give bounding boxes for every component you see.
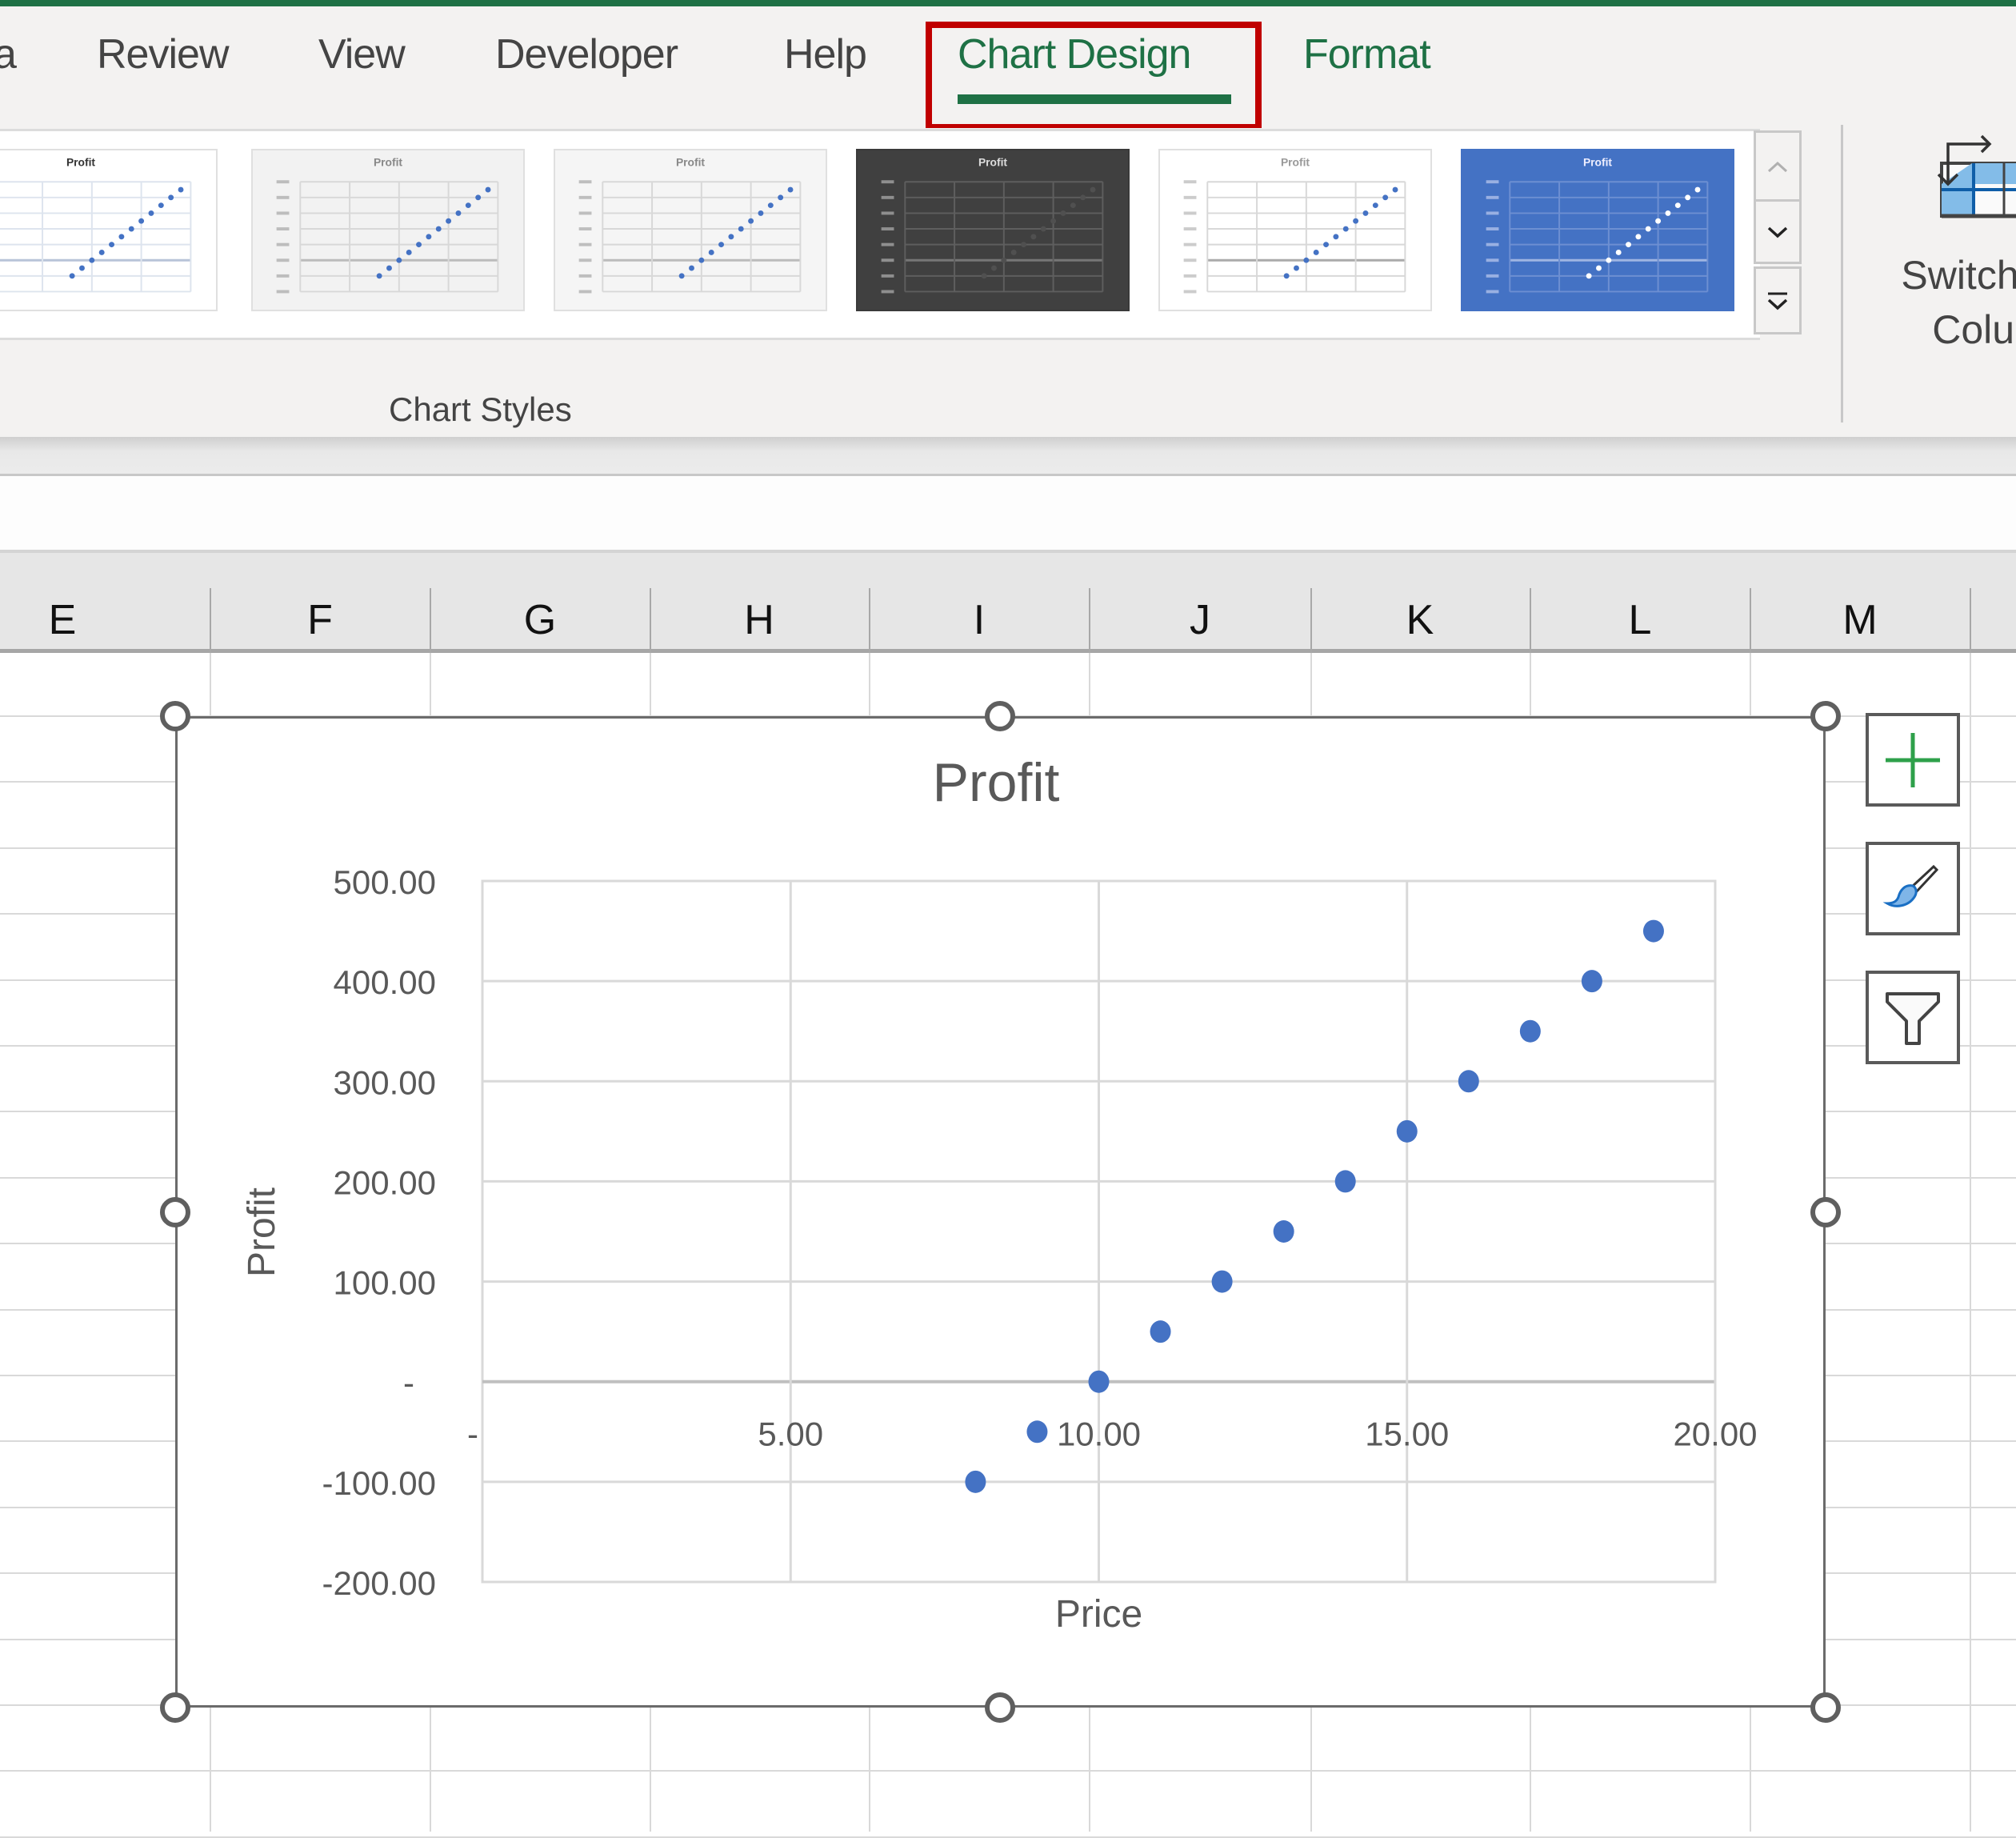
ribbon-group-separator <box>1841 125 1843 422</box>
y-tick-label: 200.00 <box>334 1163 436 1201</box>
data-point[interactable] <box>1458 1070 1479 1093</box>
column-header-h[interactable]: H <box>727 596 791 644</box>
resize-handle-top-left[interactable] <box>160 701 190 731</box>
tab-format[interactable]: Format <box>1303 30 1431 78</box>
gallery-more-button[interactable] <box>1754 266 1802 334</box>
chevron-down-icon <box>1767 226 1788 238</box>
svg-text:Profit: Profit <box>1583 157 1613 169</box>
column-separator[interactable] <box>650 588 651 653</box>
switch-row-column-icon[interactable] <box>1932 128 2016 224</box>
svg-text:Profit: Profit <box>978 157 1008 169</box>
column-separator[interactable] <box>1750 588 1751 653</box>
column-header-f[interactable]: F <box>288 596 352 644</box>
data-point[interactable] <box>1211 1270 1233 1293</box>
switch-row-column-label-line1: Switch R <box>1901 253 2016 298</box>
column-header-l[interactable]: L <box>1608 596 1672 644</box>
column-separator[interactable] <box>430 588 431 653</box>
data-point[interactable] <box>1273 1220 1294 1243</box>
x-tick-label: 5.00 <box>758 1416 823 1453</box>
ribbon-divider <box>0 437 2016 476</box>
tab-help[interactable]: Help <box>784 30 867 78</box>
chart-styles-group-label: Chart Styles <box>389 390 572 428</box>
column-separator[interactable] <box>1310 588 1312 653</box>
y-tick-label: 500.00 <box>334 863 436 901</box>
tab-review[interactable]: Review <box>97 30 229 78</box>
switch-row-column-button[interactable]: Switch R Colur <box>1876 248 2016 357</box>
data-point[interactable] <box>1642 919 1664 943</box>
chart-style-thumbnail-4[interactable]: Profit <box>856 149 1130 311</box>
y-tick-label: -200.00 <box>322 1564 436 1602</box>
x-axis-title[interactable]: Price <box>1055 1593 1142 1636</box>
chart-style-thumbnail-3[interactable]: Profit <box>554 149 827 311</box>
resize-handle-top[interactable] <box>985 701 1015 731</box>
column-header-g[interactable]: G <box>508 596 572 644</box>
resize-handle-top-right[interactable] <box>1810 701 1841 731</box>
x-tick-label: 20.00 <box>1673 1416 1757 1453</box>
plus-icon <box>1886 732 1940 787</box>
chart-styles-button[interactable] <box>1866 842 1960 935</box>
tab-data-partial[interactable]: a <box>0 30 17 78</box>
chart-style-thumbnail-6[interactable]: Profit <box>1461 149 1734 311</box>
chart-title[interactable]: Profit <box>933 752 1060 813</box>
formula-bar[interactable] <box>0 476 2016 553</box>
funnel-icon <box>1886 991 1940 1045</box>
expand-gallery-icon <box>1767 292 1788 310</box>
switch-row-column-label-line2: Colur <box>1932 307 2016 352</box>
column-separator[interactable] <box>210 588 211 653</box>
resize-handle-bottom-right[interactable] <box>1810 1692 1841 1723</box>
grid-row-line <box>0 1770 2016 1772</box>
x-tick-label: 10.00 <box>1057 1416 1141 1453</box>
data-point[interactable] <box>1581 970 1602 993</box>
column-header-e[interactable]: E <box>30 596 94 644</box>
title-bar-accent <box>0 0 2016 6</box>
data-point[interactable] <box>1519 1019 1541 1043</box>
column-separator[interactable] <box>1970 588 1971 653</box>
highlight-box <box>926 22 1262 130</box>
y-axis-title[interactable]: Profit <box>241 1187 283 1277</box>
y-tick-label: - <box>403 1364 414 1402</box>
data-point[interactable] <box>1026 1420 1048 1444</box>
data-point[interactable] <box>1088 1370 1110 1393</box>
chart-style-thumbnail-5[interactable]: Profit <box>1158 149 1432 311</box>
chevron-up-icon <box>1767 161 1788 172</box>
y-tick-label: -100.00 <box>322 1464 436 1502</box>
column-separator[interactable] <box>1530 588 1531 653</box>
column-header-j[interactable]: J <box>1168 596 1232 644</box>
svg-text:Profit: Profit <box>1281 157 1310 169</box>
chart-style-thumbnail-2[interactable]: Profit <box>251 149 525 311</box>
column-header-i[interactable]: I <box>947 596 1011 644</box>
data-point[interactable] <box>1150 1320 1171 1343</box>
data-point[interactable] <box>1396 1119 1418 1143</box>
y-tick-label: 400.00 <box>334 963 436 1001</box>
resize-handle-bottom-left[interactable] <box>160 1692 190 1723</box>
column-separator[interactable] <box>869 588 870 653</box>
scatter-chart[interactable]: 500.00400.00300.00200.00100.00--100.00-2… <box>175 716 1826 1708</box>
column-header-m[interactable]: M <box>1828 596 1892 644</box>
x-tick-label: 15.00 <box>1365 1416 1449 1453</box>
data-point[interactable] <box>965 1470 986 1493</box>
svg-text:Profit: Profit <box>66 157 96 169</box>
chart-filters-button[interactable] <box>1866 971 1960 1064</box>
column-separator[interactable] <box>1089 588 1090 653</box>
chart-elements-button[interactable] <box>1866 713 1960 807</box>
paintbrush-icon <box>1882 864 1939 907</box>
svg-text:Profit: Profit <box>374 157 403 169</box>
y-tick-label: 300.00 <box>334 1063 436 1101</box>
data-point[interactable] <box>1334 1170 1356 1193</box>
resize-handle-bottom[interactable] <box>985 1692 1015 1723</box>
svg-text:Profit: Profit <box>676 157 706 169</box>
chart-style-thumbnail-1[interactable]: Profit <box>0 149 218 311</box>
tab-view[interactable]: View <box>318 30 406 78</box>
y-tick-label: 100.00 <box>334 1264 436 1302</box>
gallery-scroll-down-button[interactable] <box>1754 199 1802 264</box>
gallery-scroll-up-button[interactable] <box>1754 130 1802 199</box>
tab-developer[interactable]: Developer <box>495 30 678 78</box>
resize-handle-left[interactable] <box>160 1197 190 1227</box>
x-tick-label: - <box>467 1416 478 1453</box>
resize-handle-right[interactable] <box>1810 1197 1841 1227</box>
column-header-k[interactable]: K <box>1388 596 1452 644</box>
